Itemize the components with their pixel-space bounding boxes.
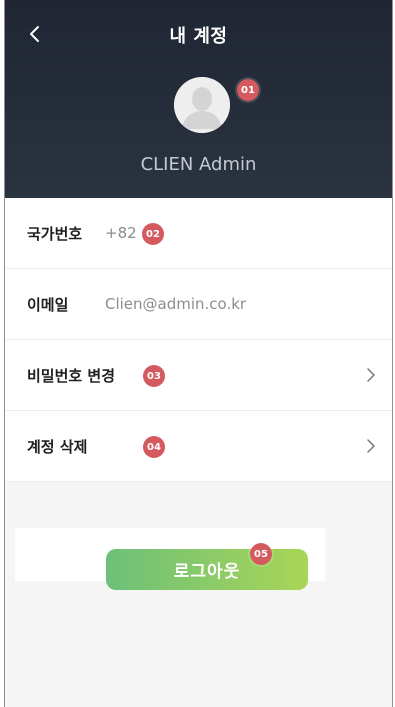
logout-button[interactable]: 로그아웃 [106, 549, 308, 590]
chevron-right-icon [367, 439, 375, 453]
page-title: 내 계정 [169, 26, 228, 47]
avatar[interactable] [174, 77, 230, 133]
row-label: 이메일 [27, 295, 69, 314]
phone-screen: 내 계정 01 CLIEN Admin 국가번호 +82 02 이메일 Clie… [4, 0, 393, 707]
account-header: 내 계정 01 CLIEN Admin [5, 0, 392, 198]
chevron-right-icon [367, 368, 375, 382]
row-delete-account[interactable]: 계정 삭제 04 [5, 411, 392, 482]
row-label: 계정 삭제 [27, 437, 88, 456]
badge-04: 04 [143, 436, 165, 458]
row-change-password[interactable]: 비밀번호 변경 03 [5, 340, 392, 411]
badge-03: 03 [143, 365, 165, 387]
badge-05: 05 [250, 543, 272, 565]
row-email: 이메일 Clien@admin.co.kr [5, 269, 392, 340]
badge-02: 02 [142, 223, 164, 245]
badge-01: 01 [237, 79, 259, 101]
row-country-code[interactable]: 국가번호 +82 02 [5, 198, 392, 269]
user-silhouette-icon [174, 77, 230, 133]
row-label: 비밀번호 변경 [27, 366, 116, 385]
row-label: 국가번호 [27, 224, 83, 243]
account-settings-list: 국가번호 +82 02 이메일 Clien@admin.co.kr 비밀번호 변… [5, 198, 392, 482]
username: CLIEN Admin [140, 154, 257, 175]
email-value: Clien@admin.co.kr [105, 295, 247, 313]
country-code-value: +82 [105, 224, 137, 242]
